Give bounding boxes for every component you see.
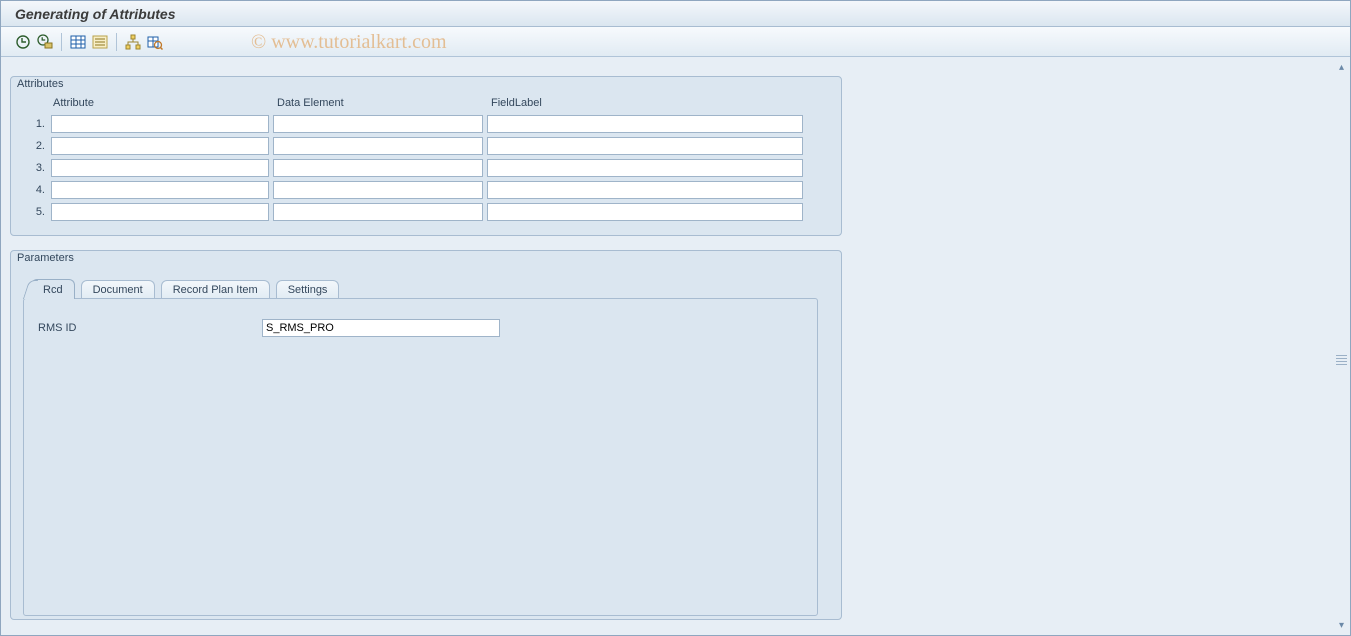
attribute-row: 4. (21, 181, 831, 199)
field-label-input[interactable] (487, 159, 803, 177)
execute-button[interactable] (13, 32, 33, 52)
field-label-input[interactable] (487, 137, 803, 155)
group-legend-parameters: Parameters (17, 252, 74, 264)
attribute-input[interactable] (51, 181, 269, 199)
tab-label: Record Plan Item (173, 284, 258, 296)
attribute-row: 3. (21, 159, 831, 177)
list-icon (92, 34, 108, 50)
execute-print-icon (37, 34, 53, 50)
main-area: ▴ ▾ Attributes Attribute Data Element Fi… (2, 58, 1349, 634)
tab-settings[interactable]: Settings (276, 280, 340, 298)
tab-record-plan-item[interactable]: Record Plan Item (161, 280, 270, 298)
inspect-icon (147, 34, 163, 50)
tabstrip: Rcd Document Record Plan Item Settings R… (21, 279, 831, 616)
row-number: 5. (21, 206, 51, 218)
table-contents-icon (70, 34, 86, 50)
data-element-input[interactable] (273, 181, 483, 199)
hierarchy-button[interactable] (123, 32, 143, 52)
scroll-up-icon[interactable]: ▴ (1337, 62, 1347, 72)
attributes-header: Attribute Data Element FieldLabel (53, 97, 831, 109)
tab-label: Settings (288, 284, 328, 296)
tabs: Rcd Document Record Plan Item Settings (31, 279, 831, 298)
field-label-input[interactable] (487, 181, 803, 199)
hierarchy-icon (125, 34, 141, 50)
data-element-input[interactable] (273, 159, 483, 177)
col-header-field-label: FieldLabel (491, 97, 811, 109)
tab-label: Rcd (43, 284, 63, 296)
col-header-data-element: Data Element (277, 97, 491, 109)
group-legend-attributes: Attributes (17, 78, 63, 90)
attribute-row: 2. (21, 137, 831, 155)
execute-and-print-button[interactable] (35, 32, 55, 52)
toolbar: © www.tutorialkart.com (1, 27, 1350, 57)
table-contents-button[interactable] (68, 32, 88, 52)
group-parameters: Parameters Rcd Document Record Plan Item… (10, 250, 842, 620)
rms-id-input[interactable] (262, 319, 500, 337)
attribute-input[interactable] (51, 159, 269, 177)
attribute-input[interactable] (51, 203, 269, 221)
attribute-row: 5. (21, 203, 831, 221)
data-element-input[interactable] (273, 137, 483, 155)
tab-rcd[interactable]: Rcd (31, 279, 75, 299)
toolbar-separator (61, 33, 62, 51)
tab-document[interactable]: Document (81, 280, 155, 298)
scrollbar-grip[interactable] (1336, 346, 1347, 374)
group-attributes: Attributes Attribute Data Element FieldL… (10, 76, 842, 236)
attribute-input[interactable] (51, 115, 269, 133)
attribute-row: 1. (21, 115, 831, 133)
page-title: Generating of Attributes (15, 6, 176, 22)
content: Attributes Attribute Data Element FieldL… (10, 76, 1329, 630)
watermark: © www.tutorialkart.com (251, 27, 447, 57)
row-number: 3. (21, 162, 51, 174)
attribute-input[interactable] (51, 137, 269, 155)
row-number: 2. (21, 140, 51, 152)
field-row-rms-id: RMS ID (38, 319, 803, 337)
data-element-input[interactable] (273, 203, 483, 221)
row-number: 1. (21, 118, 51, 130)
scrollbar-vertical[interactable]: ▴ ▾ (1334, 58, 1349, 634)
field-label-input[interactable] (487, 115, 803, 133)
toolbar-separator (116, 33, 117, 51)
execute-icon (15, 34, 31, 50)
title-bar: Generating of Attributes (1, 1, 1350, 27)
col-header-attribute: Attribute (53, 97, 277, 109)
row-number: 4. (21, 184, 51, 196)
tab-panel-rcd: RMS ID (23, 298, 818, 616)
list-button[interactable] (90, 32, 110, 52)
data-element-input[interactable] (273, 115, 483, 133)
field-label-input[interactable] (487, 203, 803, 221)
tab-label: Document (93, 284, 143, 296)
field-label-rms-id: RMS ID (38, 322, 262, 334)
inspect-button[interactable] (145, 32, 165, 52)
scroll-down-icon[interactable]: ▾ (1337, 620, 1347, 630)
